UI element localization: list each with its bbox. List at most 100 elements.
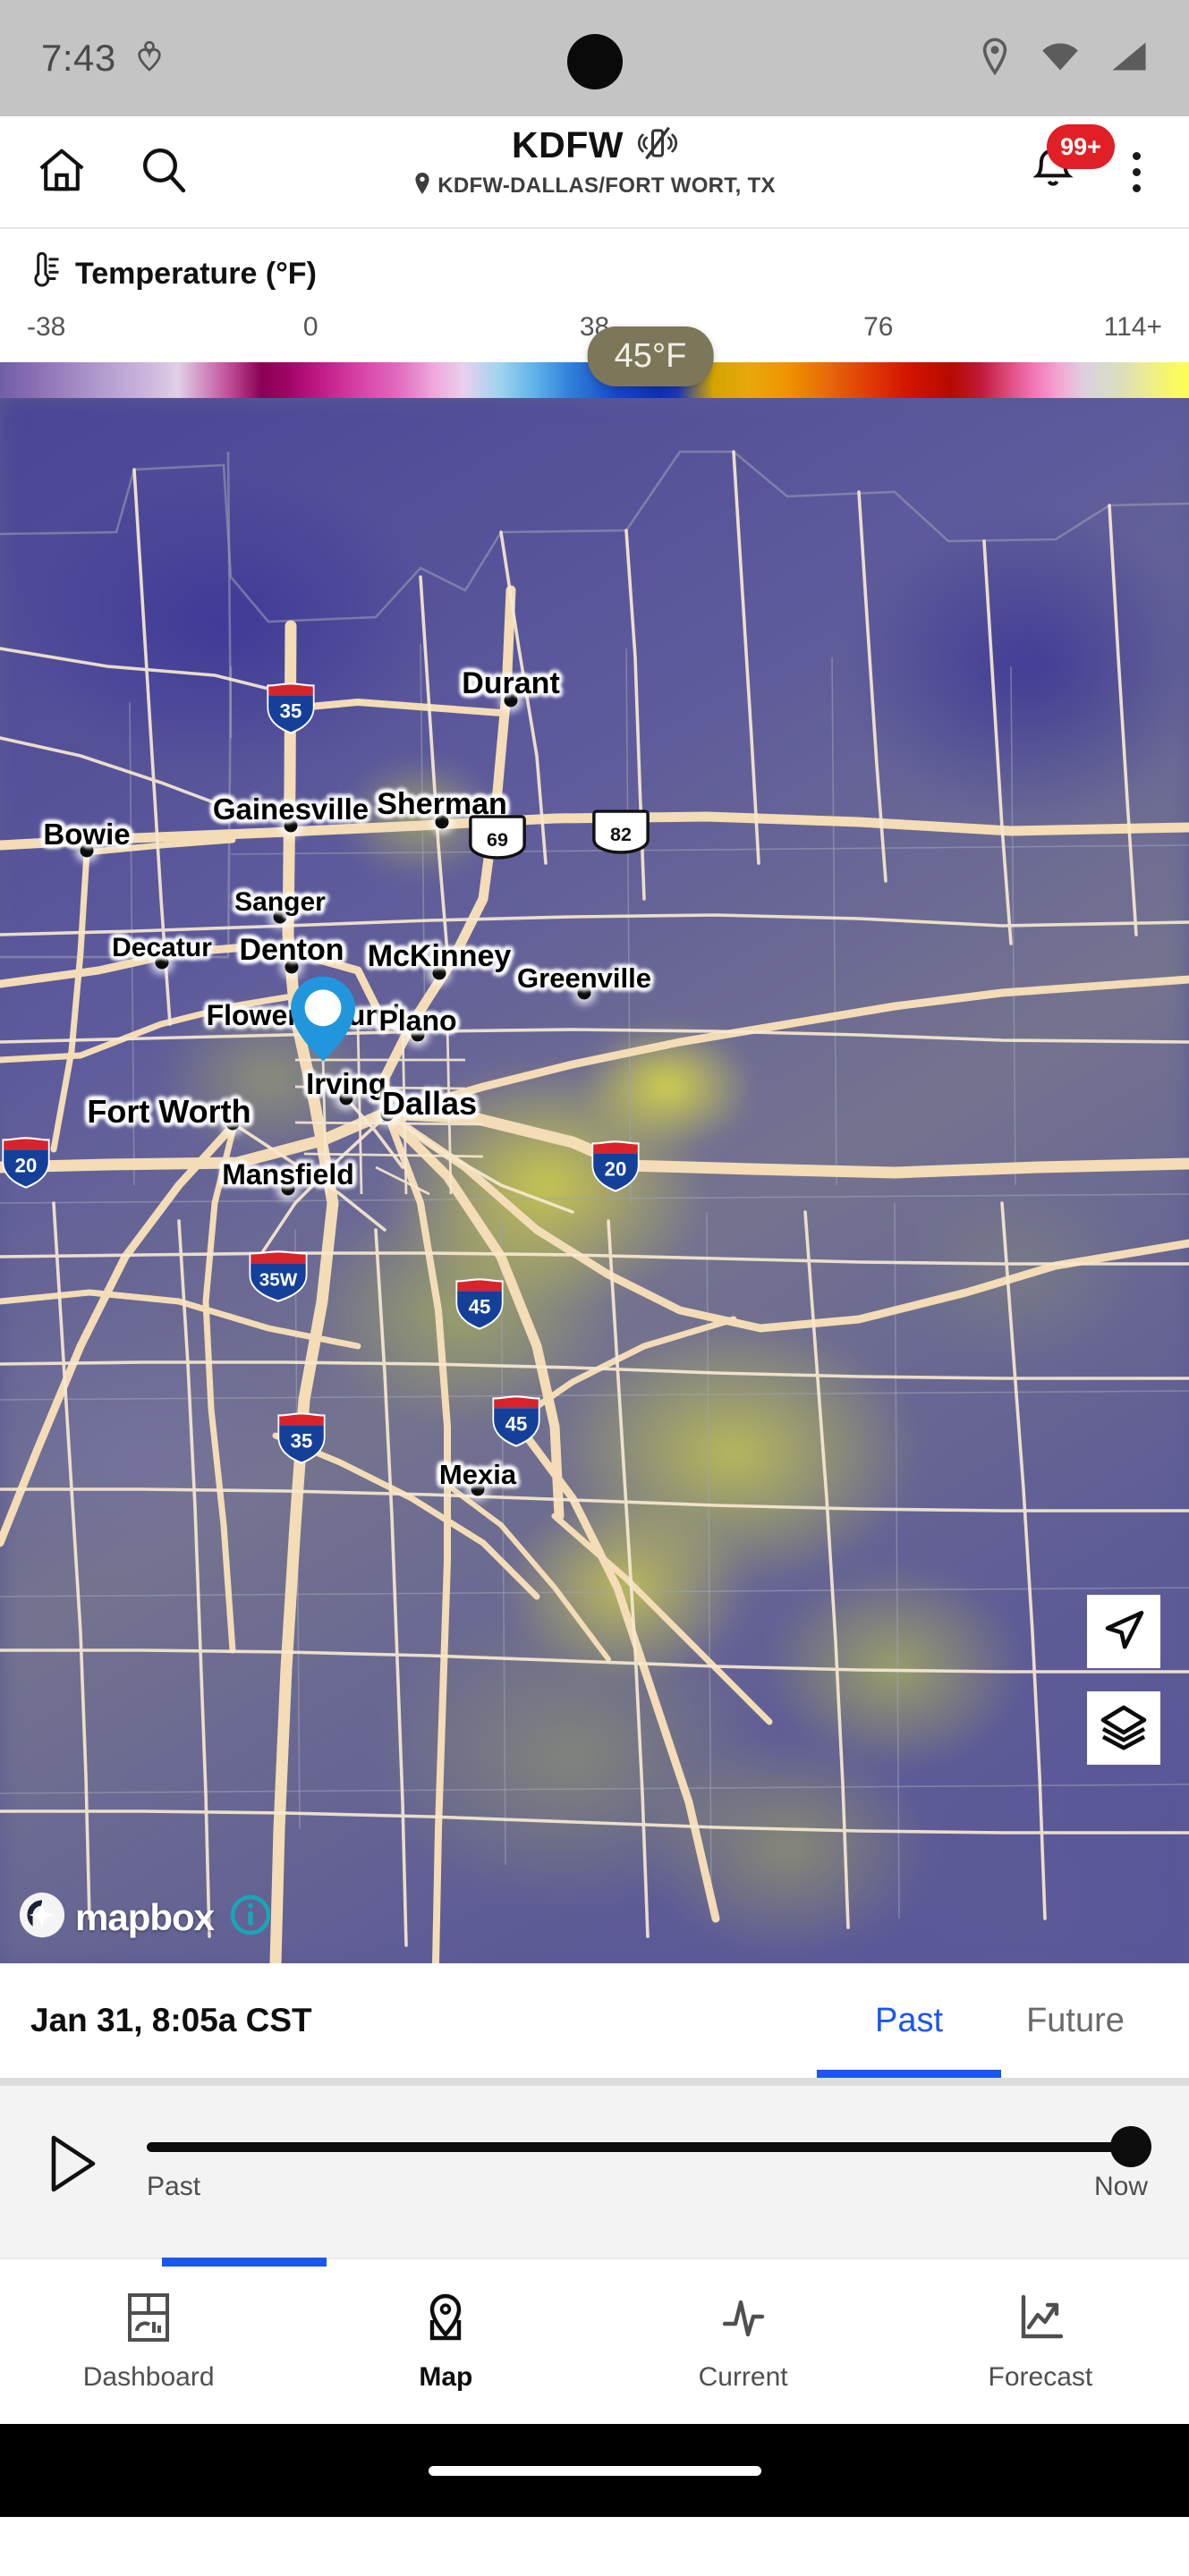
thermometer-icon bbox=[27, 251, 61, 296]
play-icon bbox=[48, 2134, 98, 2198]
svg-text:35: 35 bbox=[280, 699, 302, 722]
info-icon[interactable] bbox=[230, 1894, 271, 1940]
notification-badge: 99+ bbox=[1047, 124, 1115, 169]
app-header: KDFW KDFW-DALLAS/FORT WORT, TX 99+ bbox=[0, 116, 1189, 227]
svg-text:45: 45 bbox=[505, 1412, 528, 1435]
legend-tick: 0 bbox=[302, 312, 318, 342]
gesture-pill[interactable] bbox=[428, 2465, 761, 2476]
timeline-tabs: Past Future bbox=[817, 1963, 1159, 2078]
nav-item-dashboard[interactable]: Dashboard bbox=[0, 2259, 297, 2424]
city-label: Fort Worth bbox=[87, 1093, 251, 1130]
city-label: Greenville bbox=[517, 962, 651, 994]
city-label: Denton bbox=[239, 933, 344, 967]
search-button[interactable] bbox=[136, 144, 191, 199]
mapbox-wordmark: mapbox bbox=[75, 1895, 215, 1938]
svg-text:20: 20 bbox=[15, 1154, 38, 1176]
city-label: Dallas bbox=[381, 1085, 478, 1122]
trend-chart-icon bbox=[1015, 2292, 1066, 2348]
us-route-shield: 69 bbox=[469, 815, 526, 860]
timeline-date-label: Jan 31, 8:05a CST bbox=[30, 2002, 312, 2038]
svg-text:35W: 35W bbox=[259, 1269, 298, 1290]
mapbox-logo-icon bbox=[18, 1891, 66, 1944]
interstate-shield: 45 bbox=[455, 1278, 504, 1330]
play-button[interactable] bbox=[41, 2133, 106, 2198]
nav-label: Dashboard bbox=[82, 2361, 215, 2392]
city-label: Irving bbox=[306, 1067, 386, 1100]
interstate-shield: 45 bbox=[492, 1395, 540, 1447]
page-subtitle: KDFW-DALLAS/FORT WORT, TX bbox=[437, 173, 776, 198]
city-label: Mansfield bbox=[222, 1158, 354, 1191]
svg-text:69: 69 bbox=[487, 829, 508, 851]
nav-label: Forecast bbox=[988, 2361, 1093, 2392]
interstate-shield: 35 bbox=[277, 1412, 326, 1464]
city-label: Durant bbox=[462, 666, 560, 700]
city-label: Mexia bbox=[438, 1459, 517, 1490]
city-label: Decatur bbox=[112, 933, 212, 962]
home-button[interactable] bbox=[34, 144, 89, 199]
city-label: McKinney bbox=[367, 939, 512, 973]
slider-thumb[interactable] bbox=[1110, 2126, 1151, 2167]
timeline-header: Jan 31, 8:05a CST Past Future bbox=[0, 1963, 1189, 2078]
locate-me-button[interactable] bbox=[1087, 1595, 1160, 1668]
tab-past[interactable]: Past bbox=[817, 1963, 1001, 2078]
status-bar-icons bbox=[980, 37, 1148, 80]
interstate-shield: 20 bbox=[2, 1137, 50, 1189]
slider-end-label: Now bbox=[1093, 2171, 1148, 2201]
dashboard-icon bbox=[123, 2292, 174, 2348]
wifi-icon bbox=[1040, 41, 1080, 76]
bottom-navigation: Dashboard Map Current Forecast bbox=[0, 2258, 1189, 2424]
weather-map[interactable]: Durant Sherman Gainesville Bowie Sanger … bbox=[0, 398, 1189, 1963]
legend-title: Temperature (°F) bbox=[75, 257, 317, 291]
layers-stack-icon bbox=[1100, 1702, 1148, 1755]
page-title: KDFW bbox=[512, 124, 624, 165]
location-pin-icon bbox=[980, 37, 1010, 80]
us-route-shield: 82 bbox=[592, 809, 650, 854]
location-marker-pin[interactable] bbox=[289, 975, 357, 1067]
interstate-shield: 35 bbox=[267, 682, 315, 734]
svg-text:45: 45 bbox=[469, 1295, 491, 1318]
map-pin-icon bbox=[420, 2292, 471, 2348]
heart-location-icon bbox=[136, 40, 163, 77]
legend-tick: 114+ bbox=[1103, 312, 1162, 342]
layers-button[interactable] bbox=[1087, 1691, 1160, 1765]
timeline-tab-underline bbox=[0, 2078, 1189, 2086]
camera-punch-hole bbox=[566, 34, 623, 89]
kebab-menu-icon bbox=[1133, 151, 1141, 160]
cellular-signal-icon bbox=[1110, 41, 1148, 76]
home-icon bbox=[36, 144, 88, 200]
tab-future[interactable]: Future bbox=[992, 1963, 1159, 2078]
pulse-wave-icon bbox=[718, 2292, 769, 2348]
nav-item-forecast[interactable]: Forecast bbox=[892, 2259, 1189, 2424]
legend-tick: 76 bbox=[863, 312, 894, 342]
notifications-button[interactable]: 99+ bbox=[1025, 124, 1115, 199]
nav-item-map[interactable]: Map bbox=[297, 2259, 594, 2424]
location-pin-icon bbox=[413, 172, 431, 199]
nav-item-current[interactable]: Current bbox=[595, 2259, 892, 2424]
interstate-shield: 20 bbox=[591, 1140, 640, 1192]
status-bar: 7:43 bbox=[0, 0, 1189, 116]
svg-text:20: 20 bbox=[605, 1157, 627, 1180]
timeline-playback-bar: Past Now bbox=[0, 2086, 1189, 2258]
search-icon bbox=[139, 145, 189, 199]
slider-start-label: Past bbox=[147, 2171, 201, 2201]
gesture-navigation-bar bbox=[0, 2424, 1189, 2517]
overflow-menu-button[interactable] bbox=[1118, 147, 1155, 198]
city-label: Gainesville bbox=[212, 792, 369, 826]
nav-label: Current bbox=[698, 2361, 788, 2392]
status-bar-clock: 7:43 bbox=[41, 37, 116, 79]
timeline-slider[interactable]: Past Now bbox=[147, 2126, 1151, 2202]
nav-label: Map bbox=[419, 2361, 473, 2392]
vibrate-off-icon bbox=[637, 123, 678, 167]
map-attribution[interactable]: mapbox bbox=[18, 1891, 271, 1944]
city-label: Sanger bbox=[234, 887, 326, 917]
app-screen: 7:43 KDFW KDFW-DALLAS/FORT WORT, TX 99+ … bbox=[0, 0, 1189, 2576]
interstate-shield: 35W bbox=[249, 1250, 308, 1302]
slider-track[interactable] bbox=[147, 2126, 1151, 2167]
navigation-arrow-icon bbox=[1100, 1606, 1147, 1657]
svg-text:82: 82 bbox=[610, 824, 632, 845]
legend-tick: -38 bbox=[27, 312, 66, 342]
svg-text:35: 35 bbox=[291, 1429, 313, 1452]
city-label: Plano bbox=[378, 1004, 457, 1037]
current-temperature-marker: 45°F bbox=[587, 326, 714, 386]
city-label: Bowie bbox=[43, 818, 131, 851]
